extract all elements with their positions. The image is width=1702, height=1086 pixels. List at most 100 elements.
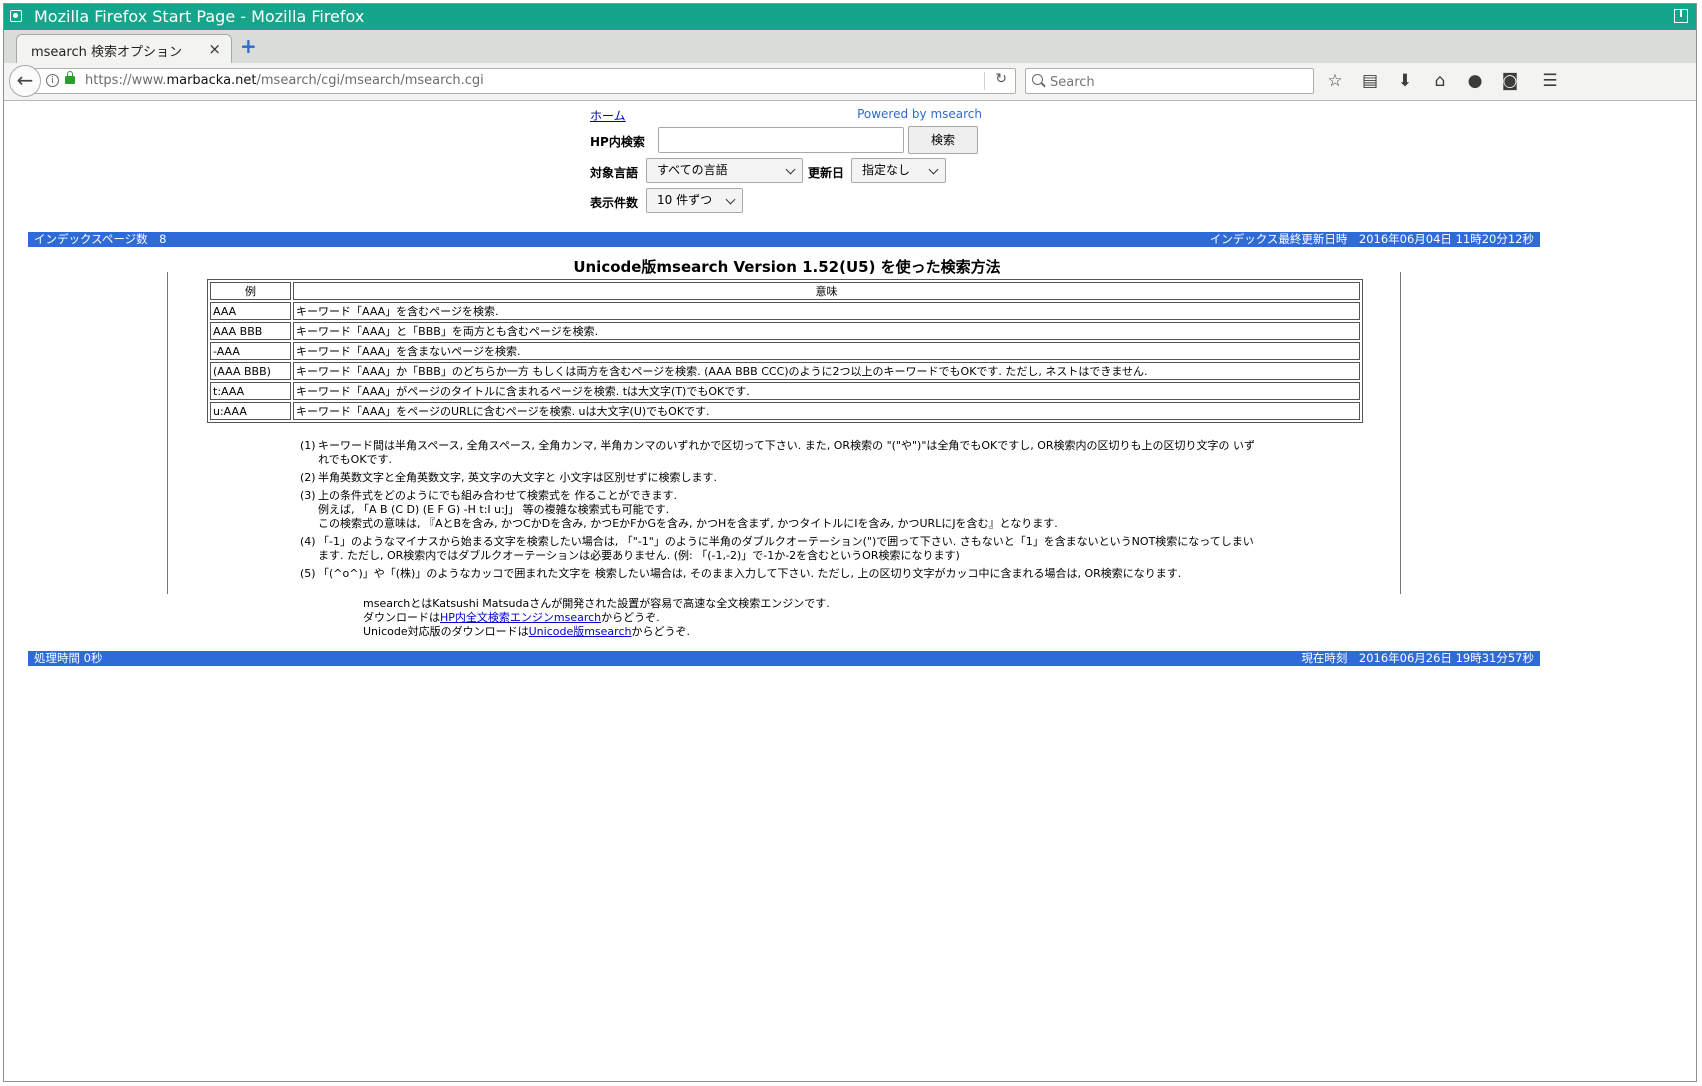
note-text-line: 上の条件式をどのようにでも組み合わせて検索式を 作ることができます. [318, 489, 677, 502]
note-text-line: この検索式の意味は, 『AとBを含み, かつCかDを含み, かつEかFかGを含み… [318, 517, 1058, 530]
meaning-cell: キーワード「AAA」か「BBB」のどちらか一方 もしくは両方を含むページを検索.… [293, 362, 1360, 380]
meaning-cell: キーワード「AAA」を含まないページを検索. [293, 342, 1360, 360]
table-row: -AAA キーワード「AAA」を含まないページを検索. [210, 342, 1360, 360]
language-select-value: すべての言語 [657, 163, 728, 177]
window-menu-icon[interactable] [10, 10, 22, 22]
about-line: msearchとはKatsushi Matsudaさんが開発された設置が容易で高… [363, 597, 830, 610]
about-line: Unicode対応版のダウンロードはUnicode版msearchからどうぞ. [363, 625, 830, 639]
info-icon[interactable]: i [46, 74, 59, 87]
note-item: (1) キーワード間は半角スペース, 全角スペース, 全角カンマ, 半角カンマの… [300, 439, 1260, 467]
window-title: Mozilla Firefox Start Page - Mozilla Fir… [34, 7, 365, 26]
query-input[interactable] [658, 127, 904, 153]
msearch-download-link[interactable]: HP内全文検索エンジンmsearch [440, 611, 601, 624]
table-header-row: 例 意味 [210, 282, 1360, 300]
index-page-count: インデックスページ数 8 [34, 232, 167, 246]
browser-window: Mozilla Firefox Start Page - Mozilla Fir… [3, 3, 1697, 1082]
page-content: ホーム Powered by msearch HP内検索 検索 対象言語 すべて… [4, 101, 1696, 1081]
note-text: 「-1」のようなマイナスから始まる文字を検索したい場合は, 「"-1"」のように… [318, 535, 1254, 562]
chevron-down-icon [785, 164, 796, 175]
count-select[interactable]: 10 件ずつ [646, 188, 743, 213]
reload-icon[interactable]: ↻ [995, 71, 1007, 87]
unicode-msearch-link[interactable]: Unicode版msearch [529, 625, 632, 638]
note-text: キーワード間は半角スペース, 全角スペース, 全角カンマ, 半角カンマのいずれか… [318, 439, 1256, 466]
about-text: ダウンロードは [363, 611, 440, 624]
note-item: (2) 半角英数文字と全角英数文字, 英文字の大文字と 小文字は区別せずに検索し… [300, 471, 1260, 485]
new-tab-icon[interactable]: + [240, 36, 257, 56]
url-host: marbacka.net [166, 73, 257, 88]
query-label: HP内検索 [590, 135, 645, 149]
meaning-cell: キーワード「AAA」をページのURLに含むページを検索. uは大文字(U)でもO… [293, 402, 1360, 420]
chevron-down-icon [928, 164, 939, 175]
powered-by-text: Powered by msearch [857, 107, 982, 121]
search-bar[interactable] [1025, 68, 1314, 94]
table-row: u:AAA キーワード「AAA」をページのURLに含むページを検索. uは大文字… [210, 402, 1360, 420]
meaning-cell: キーワード「AAA」がページのタイトルに含まれるページを検索. tは大文字(T)… [293, 382, 1360, 400]
example-cell: u:AAA [210, 402, 291, 420]
index-last-updated: インデックス最終更新日時 2016年06月04日 11時20分12秒 [1209, 232, 1534, 246]
home-link[interactable]: ホーム [590, 107, 626, 124]
note-text-line: 例えば, 「A B (C D) (E F G) -H t:I u:J」 等の複雑… [318, 503, 670, 516]
tab-msearch-options[interactable]: msearch 検索オプション × [16, 34, 232, 63]
url-bar[interactable]: i https://www.marbacka.net/msearch/cgi/m… [26, 68, 1016, 94]
example-cell: -AAA [210, 342, 291, 360]
chat-icon[interactable]: ● [1464, 70, 1486, 92]
footer-info-bar: 処理時間 0秒 現在時刻 2016年06月26日 19時31分57秒 [28, 651, 1540, 666]
example-cell: t:AAA [210, 382, 291, 400]
search-icon [1032, 74, 1043, 85]
note-number: (2) [300, 471, 316, 484]
example-cell: AAA [210, 302, 291, 320]
language-select[interactable]: すべての言語 [646, 158, 803, 183]
bookmark-star-icon[interactable]: ☆ [1324, 70, 1346, 92]
close-tab-icon[interactable]: × [208, 40, 221, 58]
example-cell: (AAA BBB) [210, 362, 291, 380]
current-time: 現在時刻 2016年06月26日 19時31分57秒 [1301, 651, 1534, 665]
updated-label: 更新日 [808, 166, 845, 180]
home-icon[interactable]: ⌂ [1429, 70, 1451, 92]
syntax-table: 例 意味 AAA キーワード「AAA」を含むページを検索. AAA BBB キー… [207, 279, 1363, 423]
about-line: ダウンロードはHP内全文検索エンジンmsearchからどうぞ. [363, 611, 830, 625]
reading-list-icon[interactable]: ▤ [1359, 70, 1381, 92]
about-msearch: msearchとはKatsushi Matsudaさんが開発された設置が容易で高… [363, 597, 830, 639]
title-bar: Mozilla Firefox Start Page - Mozilla Fir… [4, 4, 1696, 30]
back-button[interactable]: ← [9, 65, 41, 97]
table-row: AAA BBB キーワード「AAA」と「BBB」を両方とも含むページを検索. [210, 322, 1360, 340]
note-number: (3) [300, 489, 316, 502]
note-text: 「(^o^)」や「(株)」のようなカッコで囲まれた文字を 検索したい場合は, そ… [318, 567, 1182, 580]
note-number: (1) [300, 439, 316, 452]
about-text: Unicode対応版のダウンロードは [363, 625, 529, 638]
about-text: からどうぞ. [631, 625, 690, 638]
processing-time: 処理時間 0秒 [34, 651, 103, 665]
meaning-cell: キーワード「AAA」と「BBB」を両方とも含むページを検索. [293, 322, 1360, 340]
language-label: 対象言語 [590, 166, 639, 180]
url-text[interactable]: https://www.marbacka.net/msearch/cgi/mse… [85, 73, 484, 88]
column-header-example: 例 [210, 282, 291, 300]
back-arrow-icon: ← [16, 68, 34, 92]
usage-notes: (1) キーワード間は半角スペース, 全角スペース, 全角カンマ, 半角カンマの… [300, 439, 1260, 585]
lock-icon[interactable] [65, 71, 75, 84]
column-header-meaning: 意味 [293, 282, 1360, 300]
search-input[interactable] [1048, 72, 1312, 92]
meaning-cell: キーワード「AAA」を含むページを検索. [293, 302, 1360, 320]
example-cell: AAA BBB [210, 322, 291, 340]
note-number: (4) [300, 535, 316, 548]
note-item: (4) 「-1」のようなマイナスから始まる文字を検索したい場合は, 「"-1"」… [300, 535, 1260, 563]
pocket-icon[interactable]: ◙ [1499, 70, 1521, 92]
table-row: AAA キーワード「AAA」を含むページを検索. [210, 302, 1360, 320]
about-text: からどうぞ. [601, 611, 660, 624]
updated-select[interactable]: 指定なし [851, 158, 946, 183]
count-select-value: 10 件ずつ [657, 193, 713, 207]
hamburger-menu-icon[interactable]: ☰ [1539, 70, 1561, 92]
search-button[interactable]: 検索 [908, 126, 978, 154]
table-row: t:AAA キーワード「AAA」がページのタイトルに含まれるページを検索. tは… [210, 382, 1360, 400]
url-path: /msearch/cgi/msearch/msearch.cgi [256, 73, 484, 88]
url-prefix: https://www. [85, 73, 167, 88]
navigation-bar: i https://www.marbacka.net/msearch/cgi/m… [4, 63, 1696, 101]
tab-label: msearch 検索オプション [31, 45, 182, 60]
chevron-down-icon [725, 194, 736, 205]
note-item: (5) 「(^o^)」や「(株)」のようなカッコで囲まれた文字を 検索したい場合… [300, 567, 1260, 581]
download-icon[interactable]: ⬇ [1394, 70, 1416, 92]
maximize-icon[interactable] [1674, 9, 1688, 23]
index-info-bar: インデックスページ数 8 インデックス最終更新日時 2016年06月04日 11… [28, 232, 1540, 247]
updated-select-value: 指定なし [862, 163, 911, 177]
note-text: 半角英数文字と全角英数文字, 英文字の大文字と 小文字は区別せずに検索します. [318, 471, 717, 484]
